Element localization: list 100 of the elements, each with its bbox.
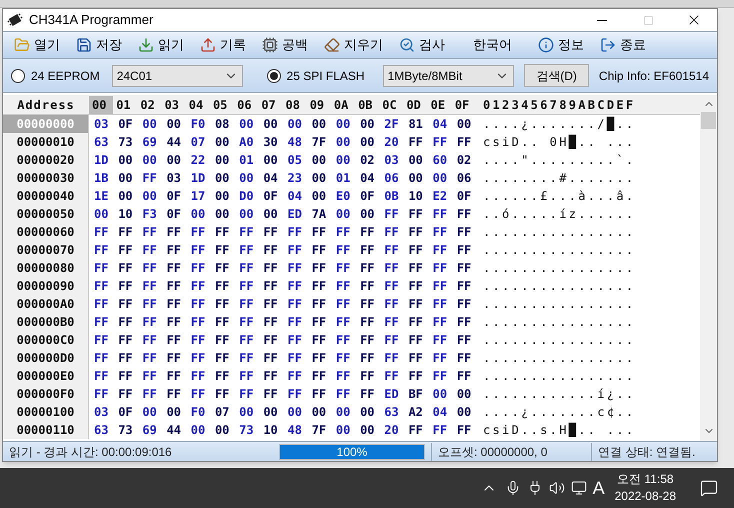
column-header: 0C (381, 96, 398, 114)
hex-byte: 00 (359, 206, 376, 223)
hex-byte: FF (190, 350, 206, 367)
hex-byte: FF (359, 314, 376, 331)
hex-byte: FF (432, 368, 448, 385)
hex-byte: FF (456, 332, 472, 349)
hex-byte: 00 (407, 152, 424, 169)
hex-byte: FF (407, 224, 424, 241)
address-cell[interactable]: 00000020 (3, 151, 89, 169)
hex-byte: FF (141, 260, 158, 277)
address-cell[interactable]: 00000080 (3, 259, 89, 277)
hex-byte: 60 (432, 152, 448, 169)
hex-byte: 7F (310, 134, 328, 151)
toolbar-button[interactable]: 정보 (533, 33, 589, 57)
hex-byte: FF (432, 332, 448, 349)
hex-byte: FF (359, 242, 376, 259)
address-cell[interactable]: 000000C0 (3, 331, 89, 349)
column-header: 0F (454, 96, 470, 114)
toolbar-button[interactable]: 읽기 (133, 33, 189, 57)
hex-byte: 03 (93, 404, 110, 421)
dropdown-field[interactable]: 24C01 (112, 64, 244, 86)
hex-byte: FF (262, 260, 279, 277)
hex-byte: FF (190, 314, 206, 331)
detect-button[interactable]: 검색(D) (524, 64, 589, 87)
hex-byte: A2 (407, 404, 424, 421)
hex-byte: 73 (117, 134, 134, 151)
toolbar-button[interactable]: 기록 (195, 33, 251, 57)
hex-byte: FF (141, 332, 158, 349)
hex-byte: 00 (238, 206, 255, 223)
column-header: 07 (260, 96, 277, 114)
toolbar-button[interactable]: 저장 (71, 33, 127, 57)
hex-byte: FF (141, 278, 158, 295)
column-header: 0B (357, 96, 374, 114)
hex-byte: 81 (407, 116, 424, 133)
address-cell[interactable]: 00000090 (3, 277, 89, 295)
toolbar-button[interactable]: 한국어 (468, 33, 517, 57)
dropdown-field[interactable]: 1MByte/8MBit (382, 64, 514, 86)
hex-byte: FF (286, 386, 303, 403)
scrollbar-thumb[interactable] (701, 112, 716, 129)
hex-byte: 06 (456, 170, 472, 187)
hex-byte: 10 (407, 188, 424, 205)
hex-byte: FF (359, 296, 376, 313)
hex-byte: 00 (334, 152, 352, 169)
radio-button[interactable]: 25 SPI FLASH (266, 66, 365, 84)
hex-byte: FF (238, 332, 255, 349)
address-cell[interactable]: 000000F0 (3, 385, 89, 403)
column-header: 06 (236, 96, 253, 114)
clock-date[interactable]: 2022-08-28 (614, 488, 676, 505)
address-cell[interactable]: 000000B0 (3, 313, 89, 331)
hex-byte: 1E (93, 188, 110, 205)
column-header: 08 (284, 96, 301, 114)
toolbar-button[interactable]: 지우기 (319, 33, 388, 57)
hex-byte: FF (93, 386, 110, 403)
toolbar-button[interactable]: 검사 (394, 33, 450, 57)
hex-byte: 00 (286, 116, 303, 133)
scrollbar[interactable] (700, 95, 717, 441)
hex-byte: 00 (141, 404, 158, 421)
chip-icon (262, 37, 278, 53)
toolbar-button[interactable]: 종료 (595, 33, 651, 57)
hex-byte: FF (166, 350, 182, 367)
speaker-icon[interactable] (548, 480, 565, 496)
address-cell[interactable]: 00000110 (3, 421, 89, 439)
address-cell[interactable]: 000000D0 (3, 349, 89, 367)
address-cell[interactable]: 00000100 (3, 403, 89, 421)
address-cell[interactable]: 000000E0 (3, 367, 89, 385)
upload-icon (200, 37, 216, 53)
ascii-text: ....".........`. (483, 152, 636, 169)
notification-icon[interactable] (700, 479, 718, 497)
address-cell[interactable]: 00000070 (3, 241, 89, 259)
address-cell[interactable]: 00000060 (3, 223, 89, 241)
toolbar-button[interactable]: 공백 (257, 33, 313, 57)
address-cell[interactable]: 00000030 (3, 169, 89, 187)
hex-byte: 00 (166, 152, 182, 169)
input-indicator[interactable]: A (592, 474, 605, 502)
hex-byte: 03 (383, 152, 400, 169)
hex-byte: FF (383, 296, 400, 313)
hex-byte: FF (359, 224, 376, 241)
address-cell[interactable]: 00000050 (3, 205, 89, 223)
hex-byte: FF (93, 350, 110, 367)
hex-byte: FF (407, 206, 424, 223)
address-cell[interactable]: 00000010 (3, 133, 89, 151)
clock-time[interactable]: 오전 11:58 (617, 471, 674, 488)
hex-byte: 06 (383, 170, 400, 187)
radio-button[interactable]: 24 EEPROM (11, 66, 100, 84)
address-cell[interactable]: 000000A0 (3, 295, 89, 313)
toolbar-button[interactable]: 열기 (9, 33, 65, 57)
hex-byte: FF (262, 224, 279, 241)
hex-byte: FF (383, 314, 400, 331)
download-icon (138, 37, 154, 53)
hex-byte: 00 (359, 134, 376, 151)
hex-byte: 20 (383, 422, 400, 439)
hex-byte: 0F (117, 116, 134, 133)
hex-byte: 03 (93, 116, 110, 133)
hex-byte: 00 (166, 404, 182, 421)
hex-byte: FF (383, 278, 400, 295)
address-cell[interactable]: 00000040 (3, 187, 89, 205)
hex-byte: FF (286, 350, 303, 367)
hex-byte: FF (334, 368, 352, 385)
hex-byte: FF (93, 260, 110, 277)
monitor-icon[interactable] (570, 480, 587, 496)
